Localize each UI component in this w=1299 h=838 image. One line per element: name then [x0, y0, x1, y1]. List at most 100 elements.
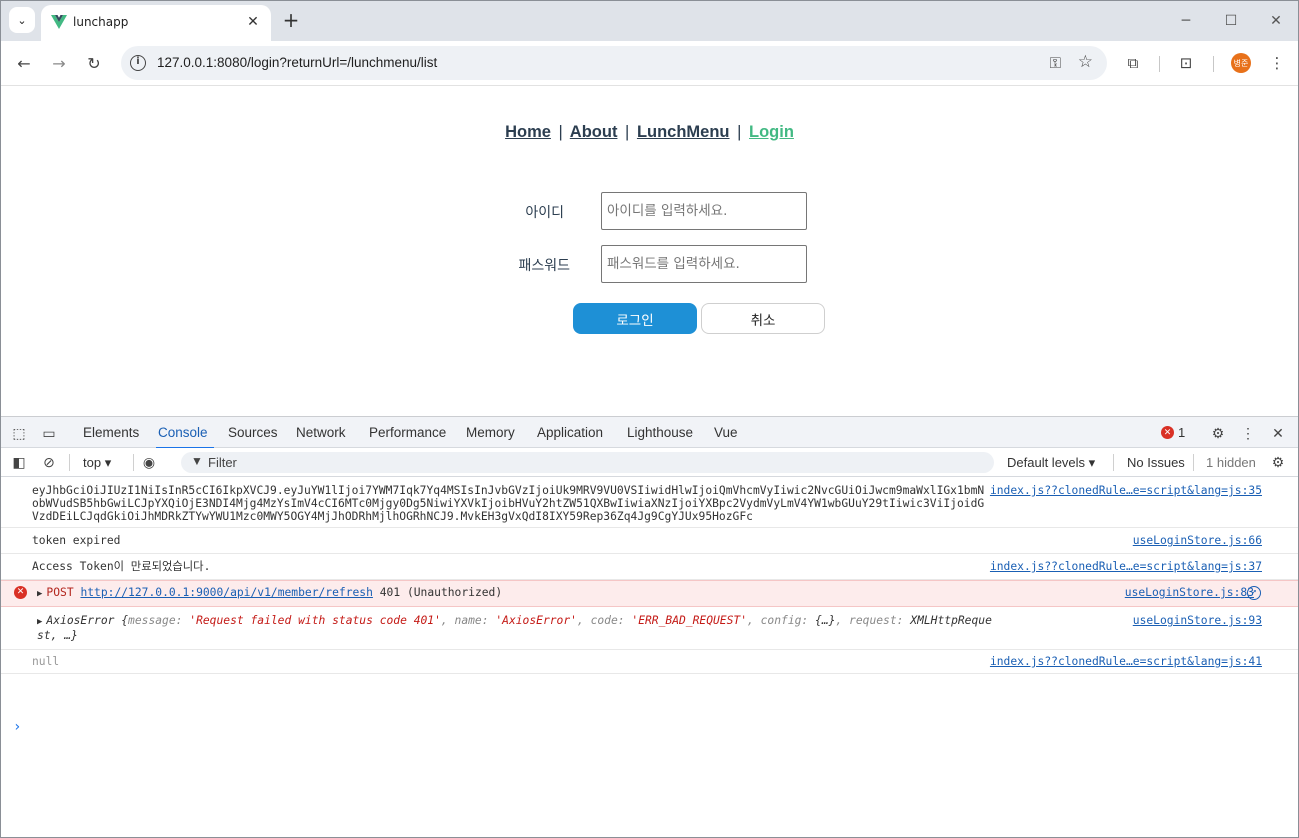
toolbar-divider	[1159, 56, 1160, 72]
log-source-link[interactable]: index.js??clonedRule…e=script&lang=js:41	[990, 655, 1262, 668]
toolbar-divider	[133, 454, 134, 471]
id-input[interactable]	[601, 192, 807, 230]
nav-home-link[interactable]: Home	[505, 123, 551, 141]
console-log-entry: token expired useLoginStore.js:66	[1, 528, 1298, 554]
id-label: 아이디	[525, 205, 564, 221]
error-counter[interactable]: ✕ 1	[1161, 425, 1185, 440]
expand-triangle-icon[interactable]: ▶	[37, 617, 42, 627]
browser-window: ⌄ lunchapp ✕ + ─ ☐ ✕ ← → ↻ i 127.0.0.1:8…	[0, 0, 1299, 838]
request-url-link[interactable]: http://127.0.0.1:9000/api/v1/member/refr…	[80, 586, 372, 599]
error-count: 1	[1178, 425, 1186, 440]
tab-vue[interactable]: Vue	[714, 425, 738, 440]
log-source-link[interactable]: index.js??clonedRule…e=script&lang=js:37	[990, 560, 1262, 573]
console-filter-input[interactable]: ▼ Filter	[181, 452, 994, 473]
toolbar-divider	[1213, 56, 1214, 72]
axios-value: {…}	[815, 614, 836, 627]
bookmark-star-icon[interactable]: ☆	[1078, 52, 1093, 72]
devtools-tabbar: ⬚ ▭ Elements Console Sources Network Per…	[1, 417, 1298, 449]
chevron-down-icon: ⌄	[17, 13, 27, 27]
password-key-icon[interactable]: ⚿	[1050, 54, 1061, 72]
console-log-entry: eyJhbGciOiJIUzI1NiIsInR5cCI6IkpXVCJ9.eyJ…	[1, 478, 1298, 528]
forward-icon[interactable]: →	[46, 50, 72, 76]
log-levels-dropdown[interactable]: Default levels ▾	[1007, 455, 1095, 471]
nav-lunchmenu-link[interactable]: LunchMenu	[637, 123, 730, 141]
nav-separator: |	[737, 123, 742, 141]
log-source-link[interactable]: useLoginStore.js:93	[1133, 614, 1262, 627]
log-message[interactable]: token expired	[32, 534, 990, 547]
axios-key: , config:	[747, 614, 816, 627]
browser-menu-icon[interactable]: ⋮	[1265, 51, 1289, 75]
devtools-settings-icon[interactable]: ⚙	[1208, 423, 1228, 443]
back-icon[interactable]: ←	[11, 50, 37, 76]
inspect-element-icon[interactable]: ⬚	[9, 423, 29, 443]
tab-network[interactable]: Network	[296, 425, 346, 440]
log-message[interactable]: eyJhbGciOiJIUzI1NiIsInR5cCI6IkpXVCJ9.eyJ…	[32, 484, 990, 523]
console-prompt-icon[interactable]: ›	[13, 719, 21, 735]
device-toolbar-icon[interactable]: ▭	[39, 423, 59, 443]
login-button[interactable]: 로그인	[573, 303, 697, 334]
issues-button[interactable]: No Issues	[1127, 455, 1185, 470]
live-expression-eye-icon[interactable]: ◉	[139, 452, 159, 472]
log-source-link[interactable]: index.js??clonedRule…e=script&lang=js:35	[990, 484, 1262, 497]
tab-close-icon[interactable]: ✕	[243, 12, 263, 32]
tab-lighthouse[interactable]: Lighthouse	[627, 425, 693, 440]
tab-strip: ⌄ lunchapp ✕ + ─ ☐ ✕	[1, 1, 1298, 41]
console-toolbar: ◧ ⊘ top ▾ ◉ ▼ Filter Default levels ▾ No…	[1, 448, 1298, 477]
page-content: Home | About | LunchMenu | Login 아이디 패스워…	[1, 87, 1298, 416]
cancel-button[interactable]: 취소	[701, 303, 825, 334]
log-message[interactable]: null	[32, 655, 990, 668]
password-input[interactable]	[601, 245, 807, 283]
network-request-icon[interactable]: ↗	[1247, 586, 1261, 600]
context-selector[interactable]: top ▾	[83, 455, 111, 471]
nav-separator: |	[558, 123, 563, 141]
address-bar[interactable]: i 127.0.0.1:8080/login?returnUrl=/lunchm…	[121, 46, 1107, 80]
console-log-entry: ▶ AxiosError {message: 'Request failed wi…	[1, 607, 1298, 650]
maximize-icon[interactable]: ☐	[1216, 9, 1246, 33]
new-tab-button[interactable]: +	[279, 9, 303, 33]
log-source-link[interactable]: useLoginStore.js:83	[1125, 586, 1254, 599]
tab-performance[interactable]: Performance	[369, 425, 446, 440]
tab-search-button[interactable]: ⌄	[9, 7, 35, 33]
axios-value: 'AxiosError'	[495, 614, 577, 627]
profile-avatar[interactable]: 병준	[1231, 53, 1251, 73]
axios-value: 'ERR_BAD_REQUEST'	[631, 614, 748, 627]
sidebar-toggle-icon[interactable]: ◧	[9, 452, 29, 472]
expand-triangle-icon[interactable]: ▶	[37, 589, 42, 599]
error-message: ▶ POST http://127.0.0.1:9000/api/v1/membe…	[37, 586, 995, 601]
tab-application[interactable]: Application	[537, 425, 603, 440]
tab-console[interactable]: Console	[156, 425, 214, 449]
tab-sources[interactable]: Sources	[228, 425, 278, 440]
extensions-icon[interactable]: ⧉	[1121, 51, 1145, 75]
log-message[interactable]: Access Token이 만료되었습니다.	[32, 560, 990, 573]
console-settings-icon[interactable]: ⚙	[1268, 452, 1288, 472]
axios-error-object[interactable]: ▶ AxiosError {message: 'Request failed wi…	[37, 614, 995, 642]
axios-key: message:	[128, 614, 190, 627]
devtools-menu-icon[interactable]: ⋮	[1238, 423, 1258, 443]
error-icon: ✕	[1161, 426, 1174, 439]
browser-tab[interactable]: lunchapp ✕	[41, 5, 271, 41]
tab-elements[interactable]: Elements	[83, 425, 139, 440]
console-output: eyJhbGciOiJIUzI1NiIsInR5cCI6IkpXVCJ9.eyJ…	[1, 478, 1298, 735]
devtools-close-icon[interactable]: ✕	[1268, 423, 1288, 443]
main-nav: Home | About | LunchMenu | Login	[1, 123, 1298, 142]
url-text[interactable]: 127.0.0.1:8080/login?returnUrl=/lunchmen…	[157, 55, 437, 70]
screenshot-icon[interactable]: ⊡	[1174, 51, 1198, 75]
axios-suffix: , …}	[50, 629, 78, 642]
browser-toolbar: ← → ↻ i 127.0.0.1:8080/login?returnUrl=/…	[1, 41, 1298, 86]
password-row: 패스워드	[1, 245, 1298, 283]
log-source-link[interactable]: useLoginStore.js:66	[1133, 534, 1262, 547]
reload-icon[interactable]: ↻	[81, 50, 107, 76]
site-info-icon[interactable]: i	[130, 55, 146, 71]
axios-key: , code:	[576, 614, 632, 627]
minimize-icon[interactable]: ─	[1171, 9, 1201, 33]
id-row: 아이디	[1, 192, 1298, 230]
tab-memory[interactable]: Memory	[466, 425, 515, 440]
nav-about-link[interactable]: About	[570, 123, 618, 141]
devtools-panel: ⬚ ▭ Elements Console Sources Network Per…	[1, 416, 1298, 837]
nav-login-link[interactable]: Login	[749, 123, 794, 141]
axios-value: 'Request failed with status code 401'	[189, 614, 441, 627]
error-icon: ✕	[14, 586, 27, 599]
window-close-icon[interactable]: ✕	[1261, 9, 1291, 33]
axios-key: , name:	[440, 614, 496, 627]
clear-console-icon[interactable]: ⊘	[39, 452, 59, 472]
